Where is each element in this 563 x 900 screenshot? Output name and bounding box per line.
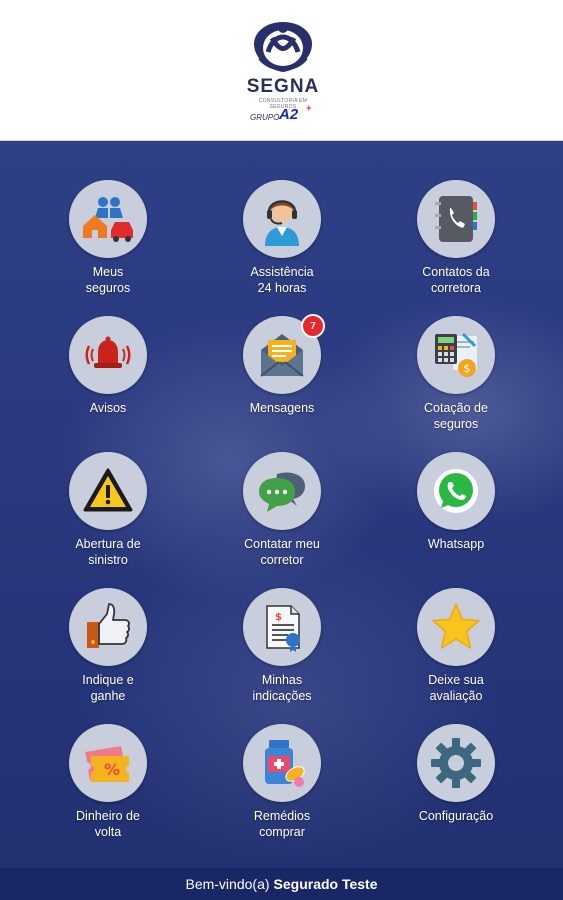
menu-abertura-sinistro[interactable]: Abertura de sinistro xyxy=(38,452,178,577)
menu-icon-circle xyxy=(243,724,321,802)
menu-label: Whatsapp xyxy=(427,537,485,551)
menu-icon-circle xyxy=(69,316,147,394)
menu-icon-circle: $ xyxy=(417,316,495,394)
menu-grid: Meus seguros Assistência 24 horas Contat… xyxy=(0,141,563,868)
menu-label: Deixe sua avaliação xyxy=(428,673,484,703)
menu-icon-circle xyxy=(243,180,321,258)
svg-text:%: % xyxy=(104,760,120,779)
menu-icon-circle xyxy=(69,180,147,258)
thumbs-up-icon xyxy=(87,603,130,648)
menu-icon-circle xyxy=(417,588,495,666)
alarm-bell-icon xyxy=(85,336,131,368)
menu-indique-ganhe[interactable]: Indique e ganhe xyxy=(38,588,178,713)
menu-whatsapp[interactable]: Whatsapp xyxy=(386,452,526,577)
segna-logo: SEGNA CONSULTORIA EM SEGUROS GRUPO A2 + xyxy=(246,18,320,128)
menu-label: Indique e ganhe xyxy=(82,673,134,703)
menu-remedios[interactable]: Remédios comprar xyxy=(212,724,352,849)
phonebook-icon xyxy=(435,196,477,242)
group-mark: A2 xyxy=(279,106,299,123)
medicine-pills-icon xyxy=(265,740,305,787)
menu-icon-circle xyxy=(243,452,321,530)
group-sup: + xyxy=(306,103,312,113)
gear-icon xyxy=(431,738,481,788)
star-icon xyxy=(432,603,480,649)
svg-text:$: $ xyxy=(464,362,471,375)
invoice-document-icon: $ xyxy=(266,605,300,652)
family-insurance-icon xyxy=(83,197,133,242)
menu-icon-circle xyxy=(417,180,495,258)
menu-label: Abertura de sinistro xyxy=(75,537,141,567)
menu-label: Assistência 24 horas xyxy=(250,265,314,295)
segna-emblem-icon xyxy=(254,22,312,72)
menu-meus-seguros[interactable]: Meus seguros xyxy=(38,180,178,305)
welcome-greeting: Bem-vindo(a) xyxy=(185,876,270,892)
menu-avisos[interactable]: Avisos xyxy=(38,316,178,441)
menu-icon-circle xyxy=(69,452,147,530)
menu-label: Contatar meu corretor xyxy=(244,537,320,567)
menu-label: Configuração xyxy=(418,809,494,823)
whatsapp-icon xyxy=(434,469,478,513)
menu-contatar-corretor[interactable]: Contatar meu corretor xyxy=(212,452,352,577)
menu-configuracao[interactable]: Configuração xyxy=(386,724,526,849)
menu-icon-circle xyxy=(417,452,495,530)
menu-label: Avisos xyxy=(89,401,127,415)
menu-label: Minhas indicações xyxy=(252,673,312,703)
warning-sign-icon xyxy=(83,468,133,512)
app-header: SEGNA CONSULTORIA EM SEGUROS GRUPO A2 + xyxy=(0,0,563,141)
menu-cotacao[interactable]: $ Cotação de seguros xyxy=(386,316,526,441)
menu-avaliacao[interactable]: Deixe sua avaliação xyxy=(386,588,526,713)
envelope-icon xyxy=(260,334,304,377)
calculator-quote-icon: $ xyxy=(435,332,477,377)
svg-text:$: $ xyxy=(275,612,282,623)
unread-badge: 7 xyxy=(301,314,325,338)
welcome-user-name: Segurado Teste xyxy=(273,876,378,892)
menu-assistencia[interactable]: Assistência 24 horas xyxy=(212,180,352,305)
menu-label: Mensagens xyxy=(249,401,315,415)
menu-label: Remédios comprar xyxy=(253,809,311,839)
menu-label: Contatos da corretora xyxy=(422,265,490,295)
menu-dinheiro-volta[interactable]: % Dinheiro de volta xyxy=(38,724,178,849)
chat-bubbles-icon xyxy=(259,472,305,512)
discount-ticket-icon: % xyxy=(85,746,129,782)
welcome-bar: Bem-vindo(a) Segurado Teste xyxy=(0,868,563,900)
brand-group: GRUPO A2 + xyxy=(250,103,320,124)
menu-label: Meus seguros xyxy=(85,265,131,295)
menu-icon-circle: $ xyxy=(243,588,321,666)
brand-name: SEGNA xyxy=(246,76,320,97)
menu-label: Cotação de seguros xyxy=(424,401,488,431)
menu-icon-circle xyxy=(417,724,495,802)
group-prefix: GRUPO xyxy=(250,113,280,122)
menu-icon-circle: % xyxy=(69,724,147,802)
headset-agent-icon xyxy=(265,200,299,246)
menu-label: Dinheiro de volta xyxy=(76,809,140,839)
menu-contatos[interactable]: Contatos da corretora xyxy=(386,180,526,305)
menu-mensagens[interactable]: 7 Mensagens xyxy=(212,314,352,441)
menu-minhas-indicacoes[interactable]: $ Minhas indicações xyxy=(212,588,352,713)
menu-icon-circle xyxy=(69,588,147,666)
